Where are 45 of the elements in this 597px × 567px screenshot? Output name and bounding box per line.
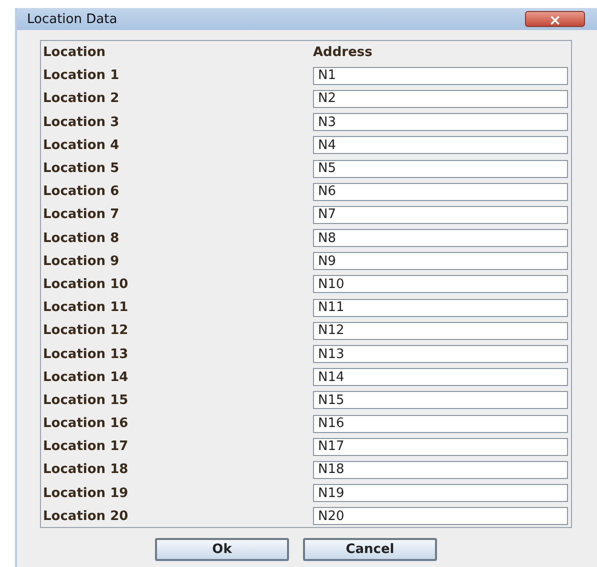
address-field[interactable]: N3 [313, 113, 568, 132]
address-field[interactable]: N11 [313, 298, 568, 317]
address-field[interactable]: N6 [313, 182, 568, 201]
address-field[interactable]: N8 [313, 229, 568, 248]
column-header: Location [43, 45, 107, 60]
location-label: Location 12 [43, 323, 130, 338]
address-field[interactable]: N15 [313, 391, 568, 410]
location-label: Location 13 [43, 346, 130, 362]
address-field[interactable]: N10 [313, 275, 568, 294]
location-label: Location 1 [43, 68, 120, 84]
address-field[interactable]: N14 [313, 368, 568, 386]
address-field[interactable]: N19 [313, 484, 568, 502]
location-label: Location 2 [43, 91, 120, 106]
location-label: Location 7 [43, 207, 120, 222]
address-field[interactable]: N7 [313, 206, 568, 224]
address-field[interactable]: N9 [313, 252, 568, 270]
address-field[interactable]: N5 [313, 160, 568, 178]
location-label: Location 4 [43, 138, 120, 153]
location-label: Location 17 [43, 439, 130, 454]
address-field[interactable]: N20 [313, 507, 568, 526]
column-header: Address [313, 45, 374, 60]
location-label: Location 11 [43, 300, 130, 316]
address-field[interactable]: N17 [313, 438, 568, 456]
location-label: Location 18 [43, 462, 130, 478]
address-field[interactable]: N12 [313, 322, 568, 340]
location-label: Location 6 [43, 184, 120, 200]
location-label: Location 3 [43, 114, 120, 130]
address-field[interactable]: N2 [313, 90, 568, 108]
address-field[interactable]: N18 [313, 460, 568, 479]
location-label: Location 10 [43, 276, 130, 292]
window-title: Location Data [27, 12, 118, 26]
ok-button[interactable]: Ok [155, 538, 289, 561]
location-label: Location 9 [43, 254, 120, 269]
address-field[interactable]: N1 [313, 66, 568, 85]
location-label: Location 19 [43, 486, 130, 501]
address-field[interactable]: N13 [313, 345, 568, 364]
location-label: Location 15 [43, 392, 130, 408]
location-label: Location 5 [43, 161, 120, 176]
location-label: Location 8 [43, 230, 120, 246]
location-label: Location 14 [43, 370, 130, 385]
address-field[interactable]: N16 [313, 414, 568, 433]
address-field[interactable]: N4 [313, 136, 568, 154]
location-label: Location 16 [43, 416, 130, 432]
cancel-button[interactable]: Cancel [303, 538, 437, 561]
location-label: Location 20 [43, 508, 130, 524]
